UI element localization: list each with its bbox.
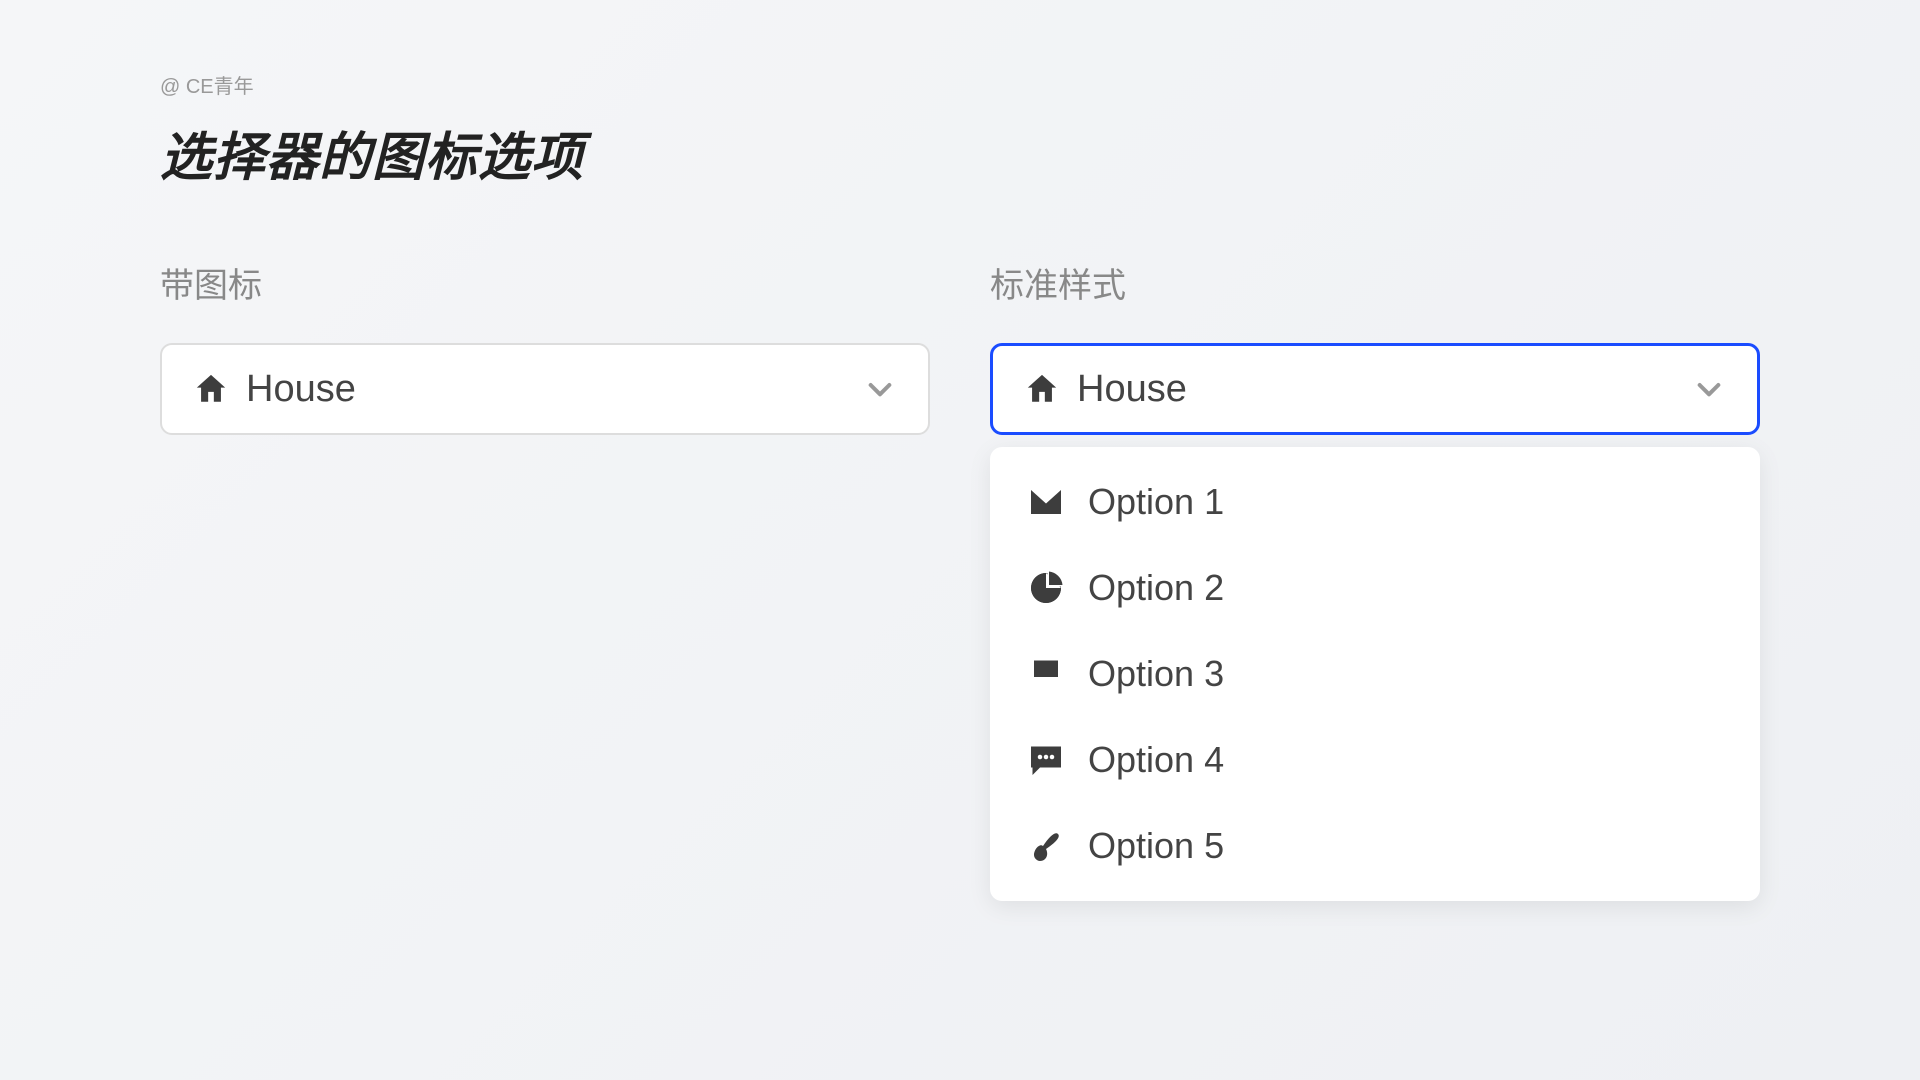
flag-icon [1028,656,1064,692]
right-column: 标准样式 House Option 1 [990,258,1760,901]
option-label: Option 1 [1088,481,1224,523]
chevron-down-icon [1693,373,1725,405]
option-label: Option 3 [1088,653,1224,695]
house-icon [1025,372,1059,406]
right-select[interactable]: House [990,343,1760,435]
right-dropdown: Option 1 Option 2 Option 3 [990,447,1760,901]
option-2[interactable]: Option 2 [990,545,1760,631]
option-4[interactable]: Option 4 [990,717,1760,803]
left-select-value: House [194,368,356,411]
option-1[interactable]: Option 1 [990,459,1760,545]
brush-icon [1028,828,1064,864]
right-select-text: House [1077,368,1187,411]
left-column: 带图标 House [160,258,930,901]
left-section-label: 带图标 [160,258,930,307]
left-select-text: House [246,368,356,411]
header-subtitle: @ CE青年 [160,70,1760,99]
option-label: Option 4 [1088,739,1224,781]
chart-icon [1028,570,1064,606]
option-5[interactable]: Option 5 [990,803,1760,889]
option-3[interactable]: Option 3 [990,631,1760,717]
left-select[interactable]: House [160,343,930,435]
option-label: Option 2 [1088,567,1224,609]
chevron-down-icon [864,373,896,405]
mail-icon [1028,484,1064,520]
right-section-label: 标准样式 [990,258,1760,307]
message-icon [1028,742,1064,778]
right-select-value: House [1025,368,1187,411]
option-label: Option 5 [1088,825,1224,867]
page-title: 选择器的图标选项 [160,115,1760,190]
house-icon [194,372,228,406]
